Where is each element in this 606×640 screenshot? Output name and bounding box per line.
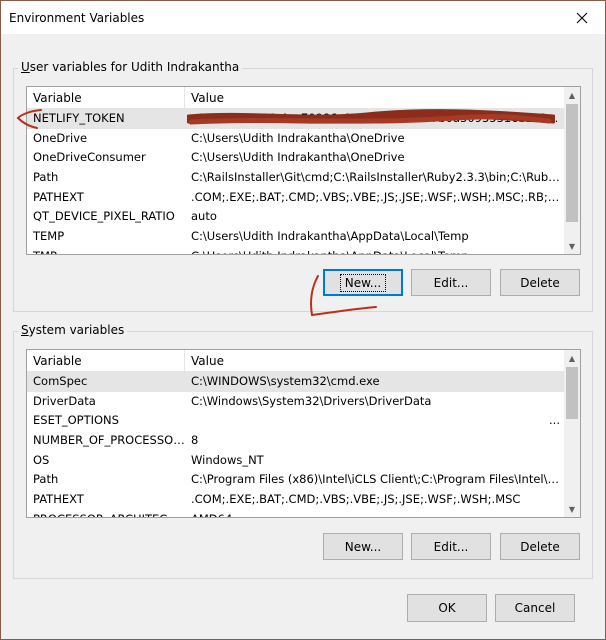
user-new-button[interactable]: New...	[323, 269, 403, 296]
variable-name: OneDrive	[33, 130, 88, 145]
list-item[interactable]: Path C:\RailsInstaller\Git\cmd;C:\RailsI…	[27, 168, 564, 188]
variable-value: C:\Windows\System32\Drivers\DriverData	[191, 393, 432, 408]
variable-name: Path	[33, 472, 59, 487]
cancel-button[interactable]: Cancel	[495, 594, 575, 622]
user-variables-list[interactable]: Variable Value NETLIFY_TOKEN c0e35c53450…	[26, 86, 581, 255]
column-header-value[interactable]: Value	[185, 350, 580, 371]
list-item[interactable]: OneDrive C:\Users\Udith Indrakantha\OneD…	[27, 129, 564, 149]
system-list-scrollbar[interactable]: ▲ ▼	[564, 350, 580, 517]
scroll-thumb[interactable]	[566, 367, 578, 419]
system-delete-button[interactable]: Delete	[500, 533, 580, 560]
user-edit-button[interactable]: Edit...	[411, 269, 491, 296]
user-list-scrollbar[interactable]: ▲ ▼	[564, 87, 580, 254]
variable-name: QT_DEVICE_PIXEL_RATIO	[33, 209, 175, 224]
scroll-down-icon[interactable]: ▼	[564, 501, 580, 517]
variable-value: C:\Users\Udith Indrakantha\OneDrive	[191, 150, 405, 165]
variable-value: Windows_NT	[191, 452, 264, 467]
variable-name: NUMBER_OF_PROCESSORS	[33, 433, 185, 448]
scroll-down-icon[interactable]: ▼	[564, 238, 580, 254]
list-item[interactable]: PROCESSOR_ARCHITECTURE AMD64	[27, 510, 564, 517]
column-header-variable[interactable]: Variable	[27, 87, 185, 108]
variable-name: OS	[33, 452, 50, 467]
variable-value: 8	[191, 433, 199, 448]
scroll-up-icon[interactable]: ▲	[564, 350, 580, 366]
user-list-header: Variable Value	[27, 87, 580, 109]
column-header-variable[interactable]: Variable	[27, 350, 185, 371]
system-variables-list[interactable]: Variable Value ComSpec C:\WINDOWS\system…	[26, 349, 581, 518]
variable-value: C:\Users\Udith Indrakantha\AppData\Local…	[191, 229, 469, 244]
user-delete-button[interactable]: Delete	[500, 269, 580, 296]
system-edit-button[interactable]: Edit...	[411, 533, 491, 560]
variable-name: OneDriveConsumer	[33, 150, 146, 165]
list-item[interactable]: PATHEXT .COM;.EXE;.BAT;.CMD;.VBS;.VBE;.J…	[27, 188, 564, 208]
list-item[interactable]: OneDriveConsumer C:\Users\Udith Indrakan…	[27, 148, 564, 168]
variable-name: PROCESSOR_ARCHITECTURE	[27, 510, 185, 517]
variable-value: C:\RailsInstaller\Git\cmd;C:\RailsInstal…	[191, 170, 564, 185]
variable-name: TEMP	[33, 229, 65, 244]
variable-value: C:\Users\Udith Indrakantha\AppData\Local…	[185, 247, 564, 254]
environment-variables-dialog: Environment Variables User variables for…	[0, 0, 606, 640]
variable-value: auto	[191, 209, 217, 224]
variable-value: C:\Program Files (x86)\Intel\iCLS Client…	[191, 472, 564, 487]
column-header-value[interactable]: Value	[185, 87, 580, 108]
close-button[interactable]	[559, 1, 605, 34]
list-item[interactable]: ESET_OPTIONS ...	[27, 411, 564, 431]
variable-name: TMP	[27, 247, 185, 254]
list-item[interactable]: ComSpec C:\WINDOWS\system32\cmd.exe	[27, 372, 564, 392]
list-item[interactable]: TEMP C:\Users\Udith Indrakantha\AppData\…	[27, 227, 564, 247]
list-item[interactable]: QT_DEVICE_PIXEL_RATIO auto	[27, 207, 564, 227]
variable-name: PATHEXT	[33, 189, 84, 204]
title-bar: Environment Variables	[1, 1, 605, 34]
variable-name: PATHEXT	[33, 492, 84, 507]
variable-name: DriverData	[33, 393, 96, 408]
variable-name: Path	[33, 170, 59, 185]
ok-button[interactable]: OK	[407, 594, 487, 622]
list-item[interactable]: NETLIFY_TOKEN c0e35c534509 4ca70986c097b…	[27, 109, 564, 129]
variable-value: ...	[549, 413, 560, 428]
system-list-header: Variable Value	[27, 350, 580, 372]
variable-value: .COM;.EXE;.BAT;.CMD;.VBS;.VBE;.JS;.JSE;.…	[191, 189, 564, 204]
system-new-button[interactable]: New...	[323, 533, 403, 560]
list-item[interactable]: OS Windows_NT	[27, 451, 564, 471]
scroll-up-icon[interactable]: ▲	[564, 87, 580, 103]
list-item[interactable]: Path C:\Program Files (x86)\Intel\iCLS C…	[27, 470, 564, 490]
list-item[interactable]: TMP C:\Users\Udith Indrakantha\AppData\L…	[27, 247, 564, 254]
variable-name: ESET_OPTIONS	[33, 413, 119, 428]
variable-value: .COM;.EXE;.BAT;.CMD;.VBS;.VBE;.JS;.JSE;.…	[191, 492, 521, 507]
variable-name: ComSpec	[33, 374, 88, 388]
close-icon	[576, 12, 588, 23]
variable-value: AMD64	[185, 510, 564, 517]
variable-name: NETLIFY_TOKEN	[33, 111, 125, 125]
variable-value: c0e35c534509 4ca70986c097b1a1b23ab7b0a30…	[191, 111, 564, 125]
dialog-title: Environment Variables	[9, 10, 145, 25]
variable-value: C:\Users\Udith Indrakantha\OneDrive	[191, 130, 405, 145]
variable-value: C:\WINDOWS\system32\cmd.exe	[191, 374, 380, 388]
list-item[interactable]: DriverData C:\Windows\System32\Drivers\D…	[27, 392, 564, 412]
user-variables-group-label: User variables for Udith Indrakantha	[18, 60, 243, 74]
system-variables-group-label: System variables	[18, 323, 128, 337]
list-item[interactable]: NUMBER_OF_PROCESSORS 8	[27, 431, 564, 451]
scroll-thumb[interactable]	[566, 104, 578, 222]
list-item[interactable]: PATHEXT .COM;.EXE;.BAT;.CMD;.VBS;.VBE;.J…	[27, 490, 564, 510]
